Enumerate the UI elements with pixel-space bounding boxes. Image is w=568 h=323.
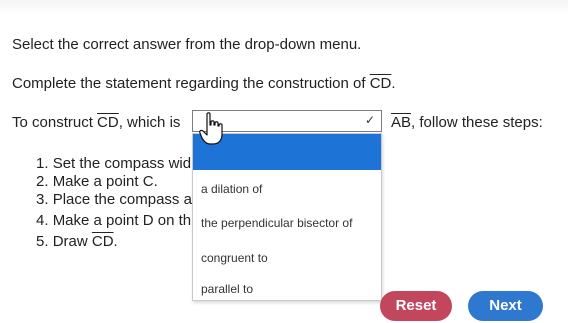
statement-suffix: . [391,75,396,92]
statement-prefix: Complete the statement regarding the con… [12,75,370,92]
chevron-down-icon[interactable]: ✓ [365,113,375,127]
list-item: 1. Set the compass wid [36,155,191,172]
segment-cd-label: CD [369,75,392,92]
sentence-suffix: , follow these steps: [411,114,543,131]
list-item: 3. Place the compass a [36,191,192,208]
segment-ab-label: AB [391,114,412,131]
step-text-prefix: Draw [52,233,92,250]
step-number: 4. [36,212,49,229]
step-text: Place the compass a [52,191,192,208]
step-text: Make a point D on th [52,212,192,229]
sentence-start: To construct CD, which is [12,114,180,131]
sentence-prefix: To construct [12,114,98,131]
list-item: 4. Make a point D on th [36,212,191,229]
reset-button[interactable]: Reset [380,291,452,321]
step-text: Make a point C. [52,173,158,190]
instruction-text: Select the correct answer from the drop-… [12,36,362,53]
list-item: 5. Draw CD. [36,233,118,250]
dropdown-option[interactable]: congruent to [201,251,268,265]
step-text-suffix: . [113,233,118,250]
step-number: 5. [36,233,49,250]
dropdown-option[interactable]: parallel to [201,282,253,296]
dropdown-menu: a dilation of the perpendicular bisector… [192,133,382,301]
sentence-end: AB, follow these steps: [391,114,543,131]
next-button[interactable]: Next [468,291,543,321]
segment-cd-label: CD [97,114,119,131]
segment-cd-label: CD [91,233,114,250]
step-number: 2. [36,173,49,190]
list-item: 2. Make a point C. [36,173,158,190]
dropdown-option[interactable]: the perpendicular bisector of [201,216,352,230]
statement-text: Complete the statement regarding the con… [12,75,396,92]
hand-pointer-icon [199,112,223,145]
dropdown-option[interactable]: a dilation of [201,182,262,196]
sentence-mid: , which is [118,114,181,131]
step-number: 1. [36,155,49,172]
step-text: Set the compass wid [52,155,192,172]
step-number: 3. [36,191,49,208]
